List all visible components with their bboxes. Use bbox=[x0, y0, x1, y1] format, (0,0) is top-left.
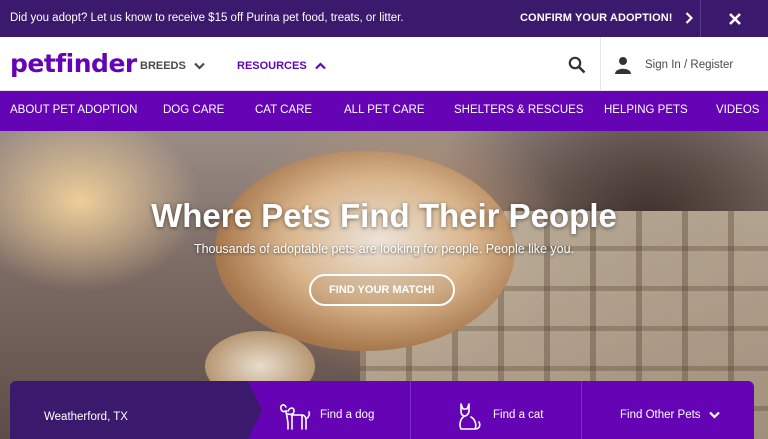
sign-in-register-link[interactable]: Sign In / Register bbox=[645, 59, 733, 71]
location-value: Weatherford, TX bbox=[44, 411, 128, 423]
find-other-pets-button[interactable]: Find Other Pets bbox=[582, 381, 754, 439]
search-icon bbox=[568, 56, 586, 74]
find-other-pets-dropdown: Find Other Pets bbox=[620, 409, 720, 421]
resources-label: RESOURCES bbox=[237, 60, 307, 72]
search-button[interactable] bbox=[568, 56, 586, 79]
chevron-up-icon bbox=[314, 62, 326, 70]
subnav-all-pet-care[interactable]: ALL PET CARE bbox=[344, 104, 425, 116]
subnav-cat-care[interactable]: CAT CARE bbox=[255, 104, 312, 116]
site-header: petfinder BREEDS RESOURCES Sign In / Reg… bbox=[0, 37, 768, 91]
pet-search-panel: Weatherford, TX Find a dog Find a cat Fi… bbox=[10, 381, 754, 439]
hero-subtitle: Thousands of adoptable pets are looking … bbox=[193, 242, 575, 256]
subnav-shelters-rescues[interactable]: SHELTERS & RESCUES bbox=[454, 104, 584, 116]
resources-menu[interactable]: RESOURCES bbox=[237, 60, 326, 72]
cat-icon bbox=[459, 403, 481, 430]
confirm-adoption-link[interactable]: CONFIRM YOUR ADOPTION! bbox=[520, 12, 693, 24]
find-cat-button[interactable]: Find a cat bbox=[411, 381, 581, 439]
find-other-pets-label: Find Other Pets bbox=[620, 409, 701, 421]
header-divider bbox=[600, 37, 601, 91]
close-icon bbox=[728, 12, 741, 25]
promo-bar: Did you adopt? Let us know to receive $1… bbox=[0, 0, 768, 37]
find-dog-label: Find a dog bbox=[320, 409, 375, 421]
petfinder-logo[interactable]: petfinder bbox=[10, 49, 137, 78]
user-icon[interactable] bbox=[614, 56, 632, 79]
resources-subnav: ABOUT PET ADOPTION DOG CARE CAT CARE ALL… bbox=[0, 91, 768, 131]
subnav-dog-care[interactable]: DOG CARE bbox=[163, 104, 224, 116]
close-promo-button[interactable] bbox=[700, 0, 768, 37]
find-your-match-button[interactable]: FIND YOUR MATCH! bbox=[309, 274, 455, 306]
subnav-about-pet-adoption[interactable]: ABOUT PET ADOPTION bbox=[10, 104, 137, 116]
chevron-down-icon bbox=[708, 411, 720, 419]
breeds-menu[interactable]: BREEDS bbox=[140, 60, 205, 72]
find-cat-label: Find a cat bbox=[493, 409, 544, 421]
confirm-adoption-label: CONFIRM YOUR ADOPTION! bbox=[520, 12, 673, 24]
chevron-down-icon bbox=[194, 62, 205, 70]
location-arrow bbox=[248, 381, 262, 439]
subnav-videos[interactable]: VIDEOS bbox=[716, 104, 759, 116]
subnav-helping-pets[interactable]: HELPING PETS bbox=[604, 104, 688, 116]
promo-text: Did you adopt? Let us know to receive $1… bbox=[10, 12, 404, 24]
chevron-right-icon bbox=[685, 12, 693, 24]
dog-icon bbox=[280, 404, 311, 430]
breeds-label: BREEDS bbox=[140, 60, 186, 72]
find-dog-button[interactable]: Find a dog bbox=[262, 381, 410, 439]
location-field[interactable]: Weatherford, TX bbox=[10, 381, 248, 439]
hero-title: Where Pets Find Their People bbox=[151, 197, 617, 234]
